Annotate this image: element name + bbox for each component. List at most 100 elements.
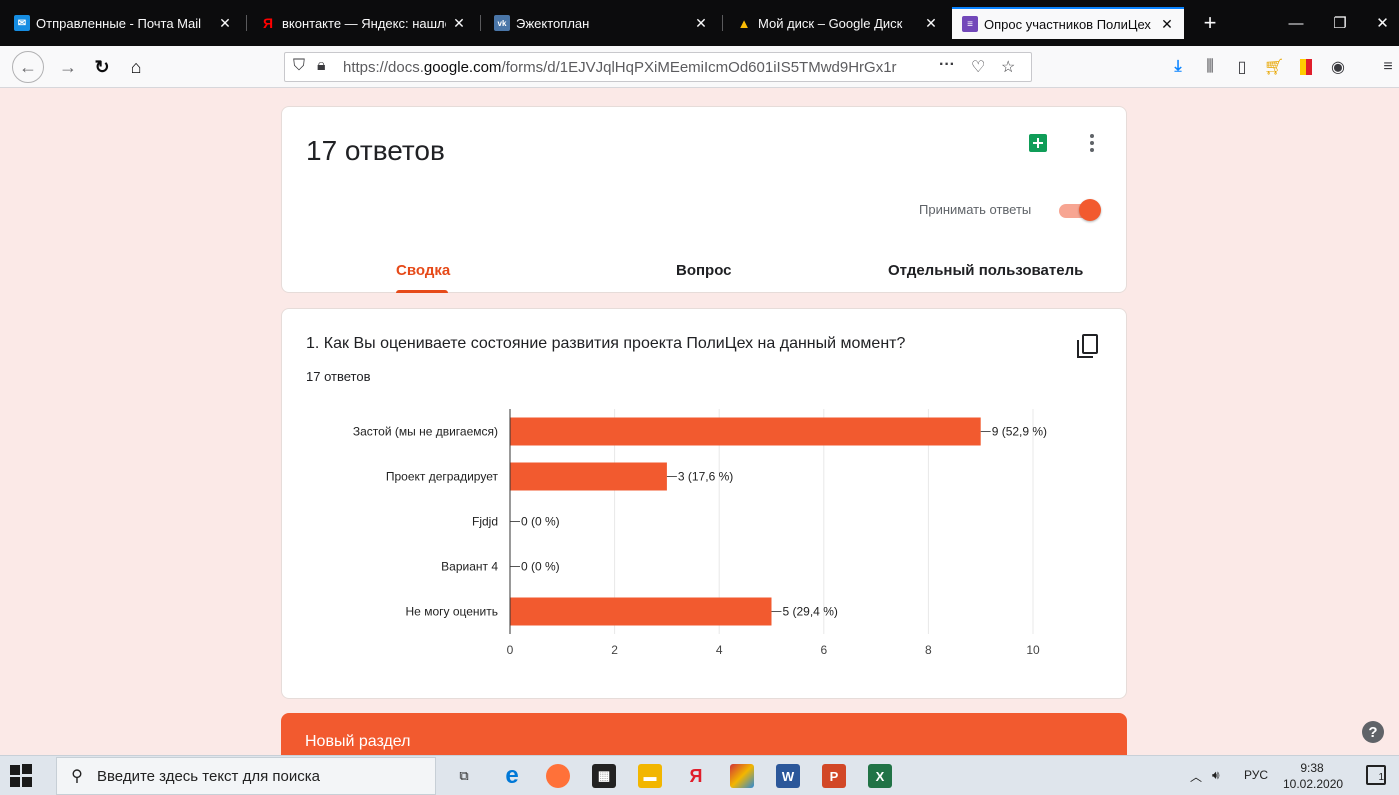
menu-icon[interactable]: ≡	[1378, 58, 1398, 76]
question-summary-card: 1. Как Вы оцениваете состояние развития …	[281, 308, 1127, 699]
powerpoint-icon[interactable]: P	[822, 764, 846, 788]
cart-icon[interactable]: 🛒︎	[1264, 58, 1284, 76]
excel-icon[interactable]: X	[868, 764, 892, 788]
tab-mail[interactable]: ✉ Отправленные - Почта Mail ✕	[4, 7, 242, 39]
x-tick-label: 4	[716, 643, 723, 657]
volume-icon[interactable]: 🔊︎	[1212, 768, 1220, 783]
edge-icon[interactable]: e	[500, 762, 524, 789]
bar-chart: Застой (мы не двигаемся) 9 (52,9 %) Проект…	[353, 409, 1047, 657]
google-forms-icon: ≡	[962, 16, 978, 32]
close-icon[interactable]: ✕	[692, 15, 710, 32]
reload-icon[interactable]: ↻	[86, 51, 118, 83]
responses-count-title: 17 ответов	[306, 135, 445, 166]
tab-title: Опрос участников ПолиЦех	[984, 16, 1151, 32]
word-icon[interactable]: W	[776, 764, 800, 788]
copy-chart-icon[interactable]	[1077, 334, 1101, 360]
browser-tab-strip: ✉ Отправленные - Почта Mail ✕ Я вконтакт…	[0, 0, 1399, 46]
tray-overflow-icon[interactable]: ︿	[1190, 768, 1202, 785]
taskbar-search-box[interactable]: ⚲ Введите здесь текст для поиска	[56, 757, 436, 795]
library-icon[interactable]: ⫼	[1200, 58, 1220, 76]
question-response-count: 17 ответов	[306, 369, 371, 384]
store-icon[interactable]: ▦	[592, 764, 616, 788]
tab-title: Мой диск – Google Диск	[758, 15, 903, 31]
bar	[510, 417, 981, 446]
pocket-icon[interactable]: ♡	[971, 57, 985, 77]
tab-separator	[480, 15, 481, 31]
tab-separator	[246, 15, 247, 31]
yandex-icon: Я	[262, 15, 274, 31]
accept-responses-label: Принимать ответы	[919, 202, 1032, 217]
notification-center-icon[interactable]: 1	[1366, 765, 1386, 785]
close-icon[interactable]: ✕	[1158, 16, 1176, 33]
new-tab-button[interactable]: +	[1190, 8, 1230, 38]
responses-summary-card: 17 ответов Принимать ответы Сводка Вопро…	[281, 106, 1127, 293]
x-tick-label: 6	[820, 643, 827, 657]
home-icon[interactable]: ⌂	[120, 51, 152, 83]
sidebar-icon[interactable]: ▯	[1232, 58, 1252, 76]
url-text[interactable]: https://docs.google.com/forms/d/1EJVJqlH…	[343, 59, 903, 76]
browser-navigation-bar: ← → ↻ ⌂ ⛉ 🔒︎ https://docs.google.com/for…	[0, 46, 1399, 88]
tab-vk[interactable]: vk Эжектоплан ✕	[484, 7, 718, 39]
lock-icon[interactable]: 🔒︎	[317, 57, 326, 75]
task-view-icon[interactable]: ⧉	[452, 764, 476, 788]
account-icon[interactable]: ◉	[1328, 58, 1348, 76]
tab-google-drive[interactable]: ▲ Мой диск – Google Диск ✕	[726, 7, 948, 39]
section-title: Новый раздел	[305, 733, 411, 750]
firefox-icon[interactable]	[546, 764, 570, 788]
url-prefix: https://docs.	[343, 59, 424, 76]
clock-time: 9:38	[1300, 761, 1324, 775]
restore-button[interactable]: ❐	[1320, 8, 1360, 38]
close-icon[interactable]: ✕	[216, 15, 234, 32]
tab-question[interactable]: Вопрос	[676, 262, 732, 279]
x-tick-label: 8	[925, 643, 932, 657]
close-icon[interactable]: ✕	[450, 15, 468, 32]
shield-icon[interactable]: ⛉	[293, 57, 305, 75]
bookmark-star-icon[interactable]: ☆	[1001, 57, 1015, 77]
question-title: 1. Как Вы оцениваете состояние развития …	[306, 335, 906, 352]
category-label: Застой (мы не двигаемся)	[353, 425, 498, 439]
data-label: 0 (0 %)	[521, 560, 560, 574]
data-label: 9 (52,9 %)	[992, 425, 1047, 439]
bookmark-flag-icon[interactable]	[1296, 58, 1316, 76]
tab-title: Отправленные - Почта Mail	[36, 15, 202, 31]
category-label: Вариант 4	[441, 560, 498, 574]
google-sheets-icon[interactable]	[1029, 134, 1047, 152]
search-icon: ⚲	[71, 768, 83, 785]
clock-date: 10.02.2020	[1283, 777, 1344, 791]
windows-taskbar: ⚲ Введите здесь текст для поиска ⧉ e ▦ ▬…	[0, 755, 1399, 795]
file-explorer-icon[interactable]: ▬	[638, 764, 662, 788]
bar	[510, 462, 667, 491]
google-drive-icon: ▲	[737, 15, 751, 31]
tab-individual[interactable]: Отдельный пользователь	[888, 262, 1083, 279]
url-bar[interactable]: ⛉ 🔒︎ https://docs.google.com/forms/d/1EJ…	[284, 52, 1032, 82]
tab-summary[interactable]: Сводка	[396, 262, 450, 279]
windows-start-icon[interactable]	[10, 764, 34, 788]
tab-yandex[interactable]: Я вконтакте — Яндекс: нашло ✕	[250, 7, 476, 39]
close-window-button[interactable]: ✕	[1366, 8, 1399, 38]
winrar-icon[interactable]	[730, 764, 754, 788]
x-tick-label: 2	[611, 643, 618, 657]
url-domain: google.com	[423, 59, 502, 76]
accept-responses-toggle[interactable]	[1057, 199, 1101, 221]
tab-title: Эжектоплан	[516, 15, 590, 31]
page-actions-icon[interactable]: ···	[939, 56, 955, 74]
data-label: 0 (0 %)	[521, 515, 560, 529]
close-icon[interactable]: ✕	[922, 15, 940, 32]
active-tab-indicator	[396, 290, 448, 293]
forward-arrow-icon[interactable]: →	[52, 51, 84, 83]
vk-icon: vk	[494, 15, 510, 31]
mail-icon: ✉	[14, 15, 30, 31]
category-label: Fjdjd	[472, 515, 498, 529]
taskbar-clock[interactable]: 9:38 10.02.2020	[1283, 760, 1344, 792]
data-label: 3 (17,6 %)	[678, 470, 733, 484]
more-options-icon[interactable]	[1082, 131, 1102, 155]
tab-title: вконтакте — Яндекс: нашло	[282, 15, 446, 31]
yandex-browser-icon[interactable]: Я	[684, 764, 708, 788]
download-icon[interactable]: ⤓	[1168, 58, 1188, 76]
minimize-button[interactable]: —	[1276, 8, 1316, 38]
language-indicator[interactable]: РУС	[1244, 768, 1268, 782]
tab-google-forms[interactable]: ≡ Опрос участников ПолиЦех ✕	[952, 7, 1184, 39]
back-arrow-icon[interactable]: ←	[12, 51, 44, 83]
help-icon[interactable]: ?	[1362, 721, 1384, 743]
notification-count: 1	[1378, 772, 1384, 783]
